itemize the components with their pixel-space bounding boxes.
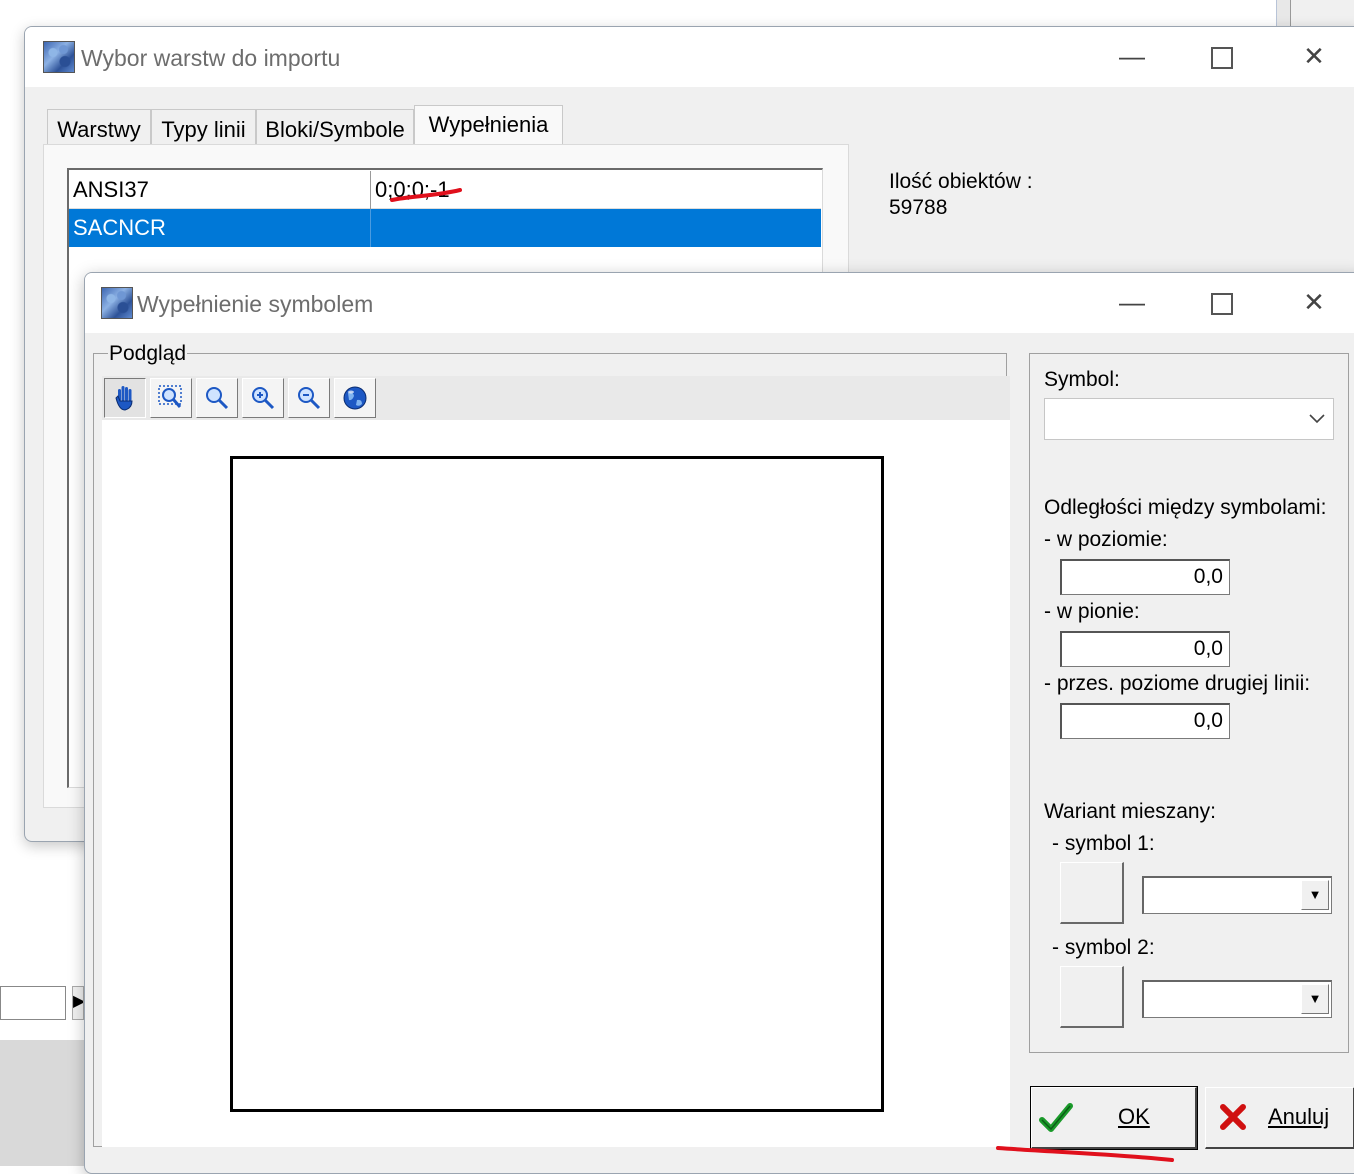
vertical-spacing-input[interactable]: 0,0 <box>1060 631 1230 667</box>
preview-group-label: Podgląd <box>108 342 188 366</box>
zoom-window-button[interactable] <box>150 378 192 418</box>
red-annotation-underline <box>996 1146 1174 1162</box>
list-item-name: SACNCR <box>69 209 371 247</box>
zoom-out-icon <box>298 387 321 410</box>
red-annotation-mark <box>390 188 462 202</box>
zoom-icon <box>206 387 229 410</box>
list-item-name: ANSI37 <box>69 171 371 209</box>
vertical-spacing-label: - w pionie: <box>1044 600 1140 623</box>
settings-group: Symbol: Odległości między symbolami: - w… <box>1029 353 1349 1053</box>
mixed-variant-label: Wariant mieszany: <box>1044 800 1216 823</box>
list-item-value <box>371 209 821 247</box>
hand-pan-icon <box>115 386 133 411</box>
symbol-dropdown[interactable] <box>1044 398 1334 440</box>
zoom-window-icon <box>158 385 182 408</box>
object-count-label: Ilość obiektów : <box>889 170 1033 193</box>
maximize-icon <box>1211 293 1233 316</box>
background-input[interactable] <box>0 986 66 1020</box>
maximize-icon <box>1211 47 1233 70</box>
minimize-button[interactable]: — <box>1087 27 1177 87</box>
close-button[interactable]: ✕ <box>1269 27 1354 87</box>
background-arrow-button[interactable]: ▶ <box>72 986 84 1020</box>
close-icon: ✕ <box>1303 287 1325 317</box>
preview-group: Podgląd <box>93 342 1010 1147</box>
zoom-button[interactable] <box>196 378 238 418</box>
symbol1-label: - symbol 1: <box>1052 832 1155 855</box>
object-count-value: 59788 <box>889 196 948 219</box>
zoom-in-button[interactable] <box>242 378 284 418</box>
cancel-x-icon <box>1220 1104 1246 1130</box>
dropdown-arrow-icon: ▼ <box>1301 984 1329 1014</box>
second-line-offset-input[interactable]: 0,0 <box>1060 703 1230 739</box>
app-icon <box>101 287 133 319</box>
horizontal-spacing-label: - w poziomie: <box>1044 528 1168 551</box>
dropdown-arrow-icon: ▼ <box>1301 880 1329 910</box>
symbol1-preview-button[interactable] <box>1060 862 1124 924</box>
zoom-in-icon <box>252 387 275 410</box>
close-button[interactable]: ✕ <box>1269 273 1354 333</box>
window-title: Wybor warstw do importu <box>81 45 341 71</box>
window-title: Wypełnienie symbolem <box>137 291 374 317</box>
check-icon <box>1039 1103 1073 1132</box>
symbol2-dropdown[interactable]: ▼ <box>1142 980 1332 1018</box>
ok-label: OK <box>1118 1104 1150 1129</box>
maximize-button[interactable] <box>1177 27 1267 87</box>
symbol1-dropdown[interactable]: ▼ <box>1142 876 1332 914</box>
minimize-button[interactable]: — <box>1087 273 1177 333</box>
list-item-selected[interactable]: SACNCR <box>69 209 821 247</box>
background-panel <box>1290 0 1354 26</box>
spacing-label: Odległości między symbolami: <box>1044 496 1327 519</box>
chevron-down-icon <box>1309 414 1325 424</box>
pan-button[interactable] <box>104 378 146 418</box>
cancel-label: Anuluj <box>1268 1104 1330 1129</box>
preview-frame <box>230 456 884 1112</box>
zoom-out-button[interactable] <box>288 378 330 418</box>
zoom-extents-button[interactable] <box>334 378 376 418</box>
background-statusbar <box>0 1040 84 1166</box>
fill-symbol-window: Wypełnienie symbolem — ✕ Podgląd Symbol:… <box>84 272 1354 1174</box>
maximize-button[interactable] <box>1177 273 1267 333</box>
tab-wypelnienia[interactable]: Wypełnienia <box>414 105 563 147</box>
symbol2-preview-button[interactable] <box>1060 966 1124 1028</box>
close-icon: ✕ <box>1303 41 1325 71</box>
tab-warstwy[interactable]: Warstwy <box>47 109 151 147</box>
preview-canvas[interactable] <box>102 420 1010 1147</box>
cancel-button[interactable]: Anuluj <box>1205 1087 1354 1149</box>
tab-typy-linii[interactable]: Typy linii <box>151 109 256 147</box>
title-bar[interactable]: Wypełnienie symbolem — ✕ <box>85 273 1354 333</box>
globe-zoom-extents-icon <box>343 386 367 410</box>
app-icon <box>43 41 75 73</box>
preview-toolbar <box>102 376 1010 420</box>
symbol-label: Symbol: <box>1044 368 1120 391</box>
symbol2-label: - symbol 2: <box>1052 936 1155 959</box>
title-bar[interactable]: Wybor warstw do importu — ✕ <box>25 27 1354 87</box>
tab-bloki-symbole[interactable]: Bloki/Symbole <box>256 109 414 147</box>
background-scrollbar <box>1276 0 1291 26</box>
second-line-offset-label: - przes. poziome drugiej linii: <box>1044 672 1311 695</box>
horizontal-spacing-input[interactable]: 0,0 <box>1060 559 1230 595</box>
